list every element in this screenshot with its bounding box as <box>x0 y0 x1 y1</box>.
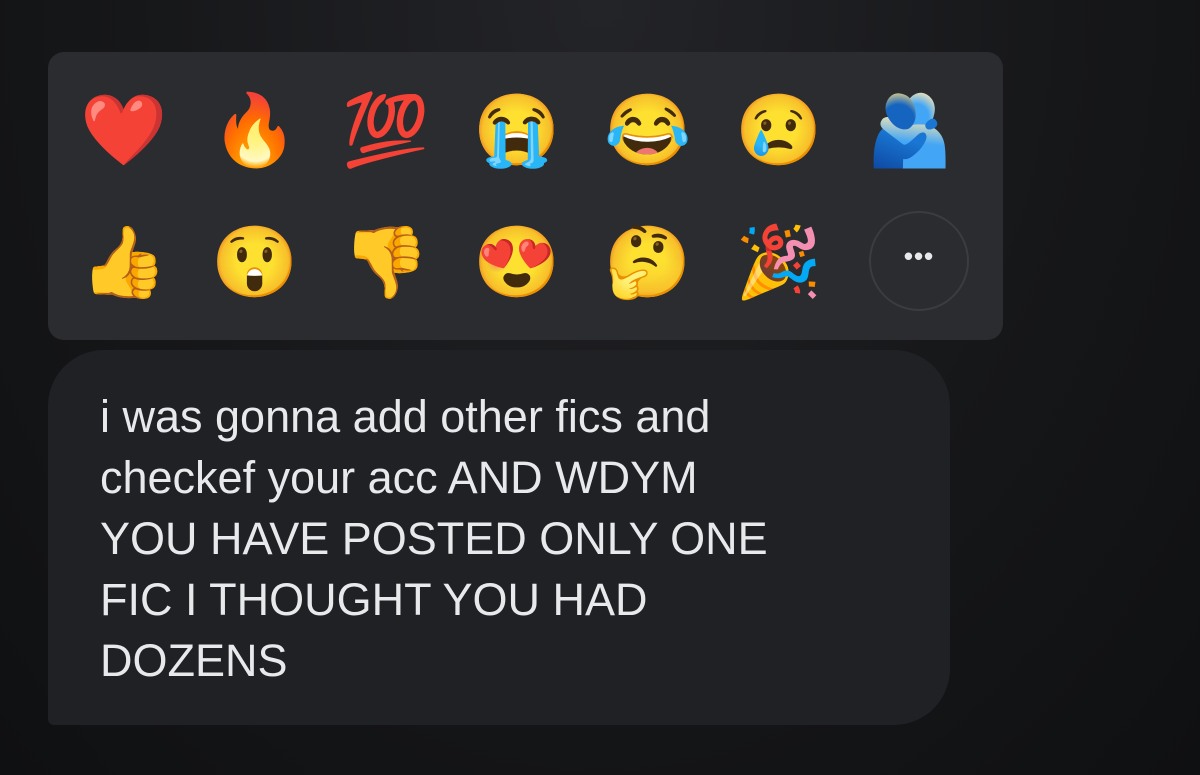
message-line: DOZENS <box>100 635 288 686</box>
message-text: i was gonna add other fics and checkef y… <box>100 386 880 691</box>
message-bubble[interactable]: i was gonna add other fics and checkef y… <box>48 350 950 725</box>
reaction-astonished-face[interactable]: 😲 <box>209 216 301 308</box>
message-line: FIC I THOUGHT YOU HAD <box>100 574 648 625</box>
message-line: checkef your acc AND WDYM <box>100 452 698 503</box>
reaction-fire[interactable]: 🔥 <box>209 84 301 176</box>
reaction-thumbs-up[interactable]: 👍 <box>78 216 170 308</box>
reaction-people-hugging[interactable]: 🫂 <box>864 84 956 176</box>
reaction-face-with-tears-of-joy[interactable]: 😂 <box>602 84 694 176</box>
reaction-thinking-face[interactable]: 🤔 <box>602 216 694 308</box>
reaction-picker: ❤️ 🔥 💯 😭 😂 😢 🫂 👍 😲 👎 😍 🤔 🎉 ••• <box>48 52 1003 340</box>
more-reactions-button[interactable]: ••• <box>869 211 969 311</box>
more-icon: ••• <box>903 240 935 271</box>
message-line: i was gonna add other fics and <box>100 391 711 442</box>
reaction-hundred-points[interactable]: 💯 <box>340 84 432 176</box>
reaction-loudly-crying-face[interactable]: 😭 <box>471 84 563 176</box>
reaction-crying-face[interactable]: 😢 <box>733 84 825 176</box>
reaction-red-heart[interactable]: ❤️ <box>78 84 170 176</box>
reaction-party-popper[interactable]: 🎉 <box>733 216 825 308</box>
reaction-smiling-face-with-heart-eyes[interactable]: 😍 <box>471 216 563 308</box>
message-line: YOU HAVE POSTED ONLY ONE <box>100 513 768 564</box>
reaction-thumbs-down[interactable]: 👎 <box>340 216 432 308</box>
